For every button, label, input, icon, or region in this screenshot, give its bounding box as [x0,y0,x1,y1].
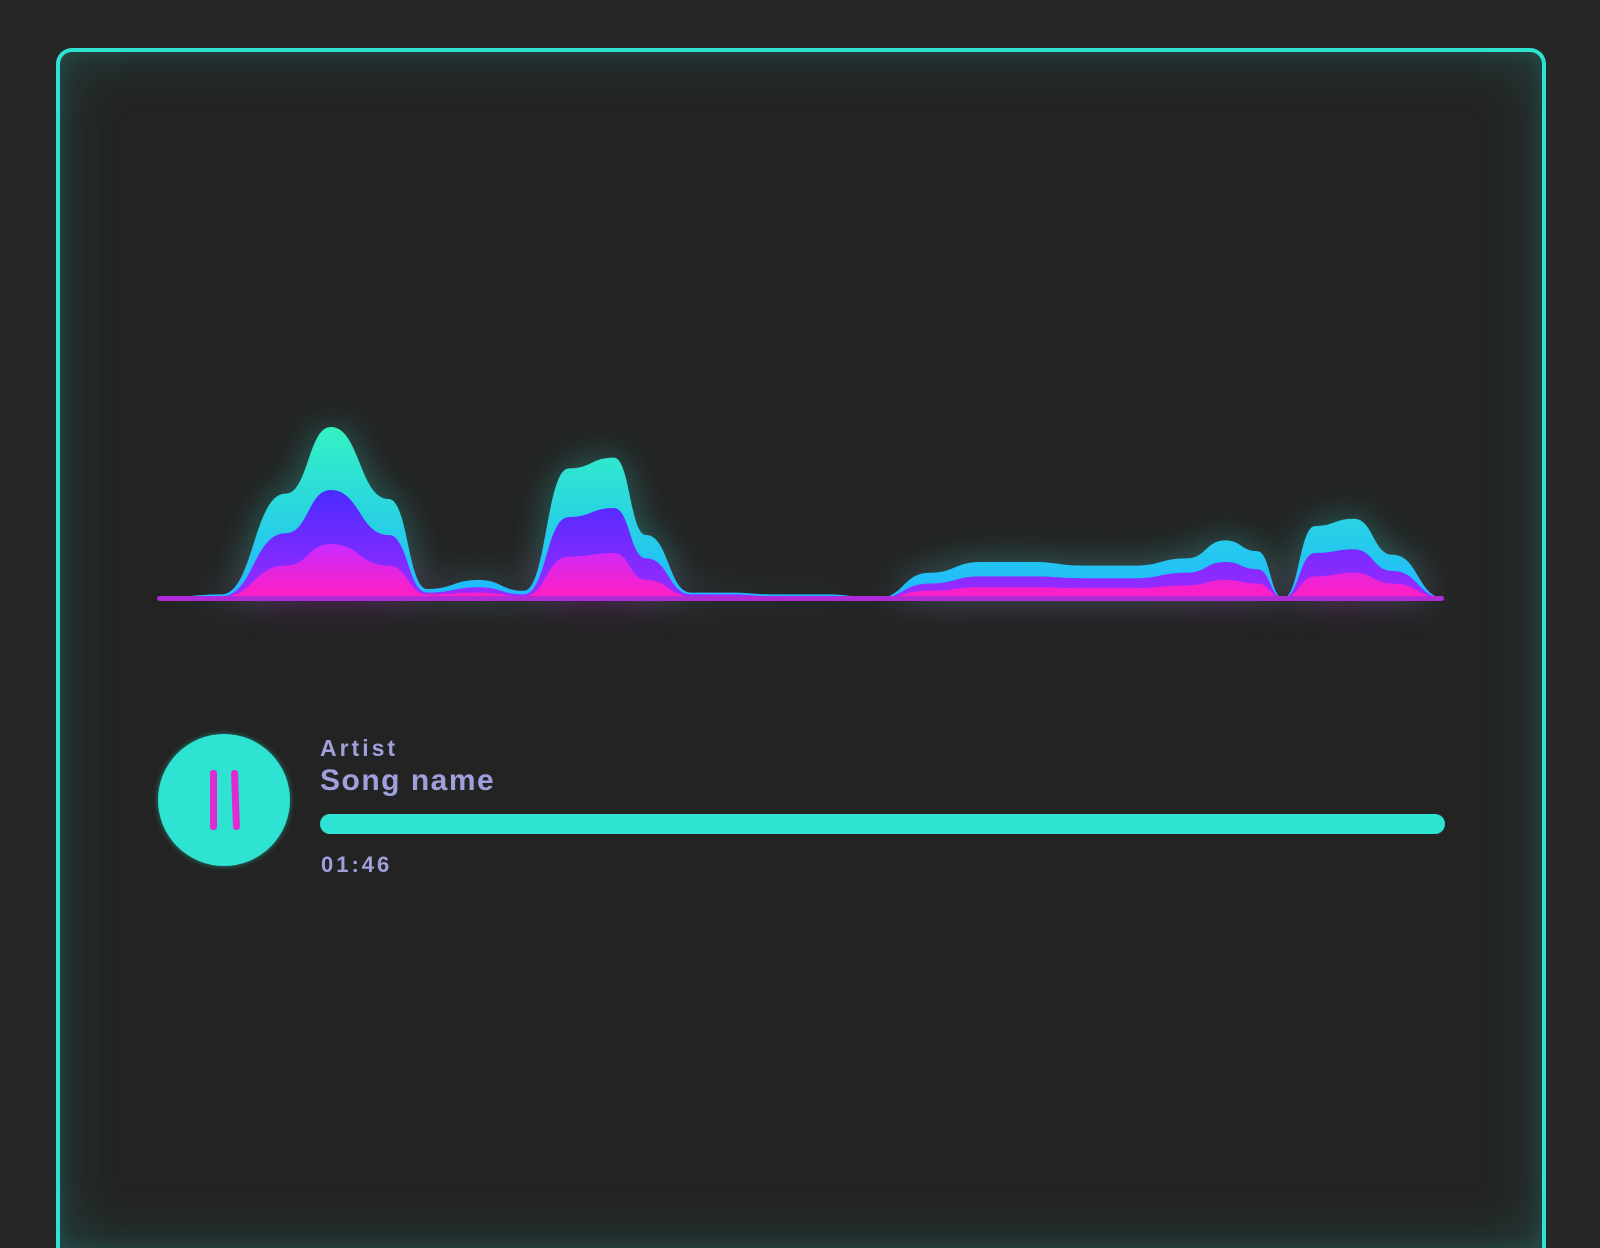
progress-fill [320,814,1445,834]
song-name: Song name [320,764,496,797]
progress-bar[interactable] [320,814,1445,834]
pause-button[interactable] [158,734,290,866]
pause-icon-bar-right [230,769,241,831]
pause-icon-bar-left [210,770,217,830]
artist-label: Artist [320,735,399,761]
pause-icon [202,769,246,831]
visualizer-baseline [157,596,1444,601]
elapsed-time: 01:46 [321,852,393,877]
audio-visualizer [157,427,1444,601]
